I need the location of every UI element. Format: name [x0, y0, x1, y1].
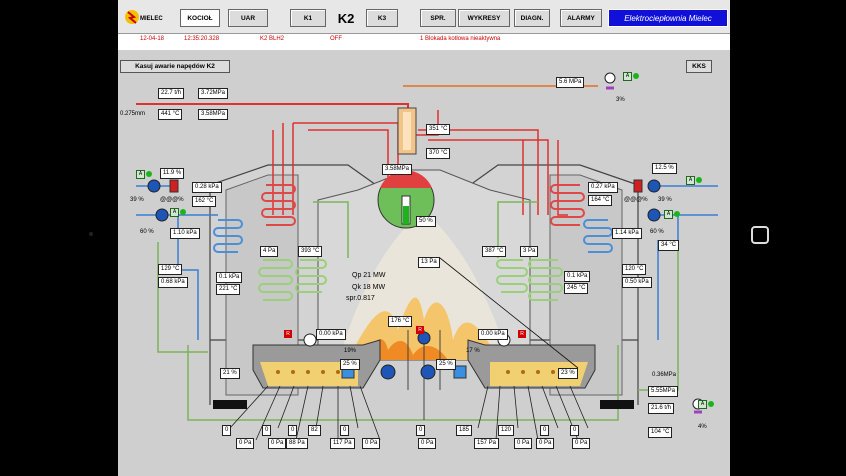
right-grate-pressure: 0.00 kPa — [478, 329, 508, 340]
right-fan-flow: @@@% — [624, 197, 648, 203]
water-flow: 21.6 t/h — [648, 403, 675, 414]
water-temp: 104 °C — [648, 427, 673, 438]
left-fan-led — [146, 171, 152, 177]
home-button[interactable] — [751, 226, 769, 244]
auto-indicator[interactable]: A — [623, 72, 632, 81]
zone-right-3: 120 — [498, 425, 515, 436]
steam-prefix: 0.275mm — [120, 111, 146, 117]
left-fault-indicator[interactable]: R — [284, 330, 292, 338]
zone-right-1: 0 — [416, 425, 426, 436]
zone-right-2-pa: 157 Pa — [474, 438, 500, 449]
right-air-temp-2: 120 °C — [622, 264, 647, 275]
water-auto[interactable]: A — [698, 400, 707, 409]
left-air-temp-2: 221 °C — [216, 284, 241, 295]
steam-pressure-2: 3.58MPa — [198, 109, 229, 120]
scada-screen: MIELEC KOCIOŁ UAR K1 K2 K3 SPR. WYKRESY … — [118, 0, 730, 476]
device-camera — [89, 232, 93, 236]
right-air-temp: 245 °C — [564, 283, 589, 294]
left-pump-pressure: 1.10 kPa — [170, 228, 200, 239]
steam-flow: 22.7 t/h — [158, 88, 185, 99]
right-fan-speed-pct: 39 % — [658, 197, 672, 203]
drum-pressure: 3.58MPa — [382, 164, 413, 175]
left-grate-pct: 19% — [344, 348, 357, 354]
zone-right-4: 0 — [540, 425, 550, 436]
zone-left-4: 82 — [308, 425, 321, 436]
water-pressure: 0.36MPa — [652, 372, 677, 378]
right-draft: 13 Pa — [418, 257, 440, 268]
right-fan-pressure: 0.27 kPa — [588, 182, 618, 193]
steam-pressure: 3.72MPa — [198, 88, 229, 99]
right-fan-led — [696, 177, 702, 183]
zone-left-5: 0 — [340, 425, 350, 436]
attemp-temp-2: 370 °C — [426, 148, 451, 159]
zone-right-4-pa: 0 Pa — [536, 438, 555, 449]
left-fan-temp: 162 °C — [192, 196, 217, 207]
left-pump-auto[interactable]: A — [170, 208, 179, 217]
left-furnace-pa: 4 Pa — [260, 246, 279, 257]
status-led — [633, 73, 639, 79]
right-pump-pressure: 1.14 kPa — [612, 228, 642, 239]
left-fan-pressure: 0.28 kPa — [192, 182, 222, 193]
top-right-pressure: 5.6 MPa — [556, 77, 585, 88]
right-fan-auto[interactable]: A — [686, 176, 695, 185]
right-feed-pct: 25 % — [436, 359, 456, 370]
right-furnace-pa: 3 Pa — [520, 246, 539, 257]
right-pump-led — [674, 211, 680, 217]
water-pressure-2: 5.55MPa — [648, 386, 679, 397]
right-pump-pct: 60 % — [650, 229, 664, 235]
right-pump-auto[interactable]: A — [664, 210, 673, 219]
top-right-pct: 3% — [616, 97, 625, 103]
left-air-pressure: 0.68 kPa — [158, 277, 188, 288]
center-temp: 176 °C — [388, 316, 413, 327]
left-pump-pct: 60 % — [140, 229, 154, 235]
left-pump-led — [180, 209, 186, 215]
right-fan-temp: 164 °C — [588, 195, 613, 206]
right-air-pressure-2: 0.50 kPa — [622, 277, 652, 288]
zone-left-3-pa: 88 Pa — [286, 438, 308, 449]
left-feed-pct: 25 % — [340, 359, 360, 370]
right-fault-indicator[interactable]: R — [518, 330, 526, 338]
right-air-pressure: 0.1 kPa — [564, 271, 591, 282]
zone-left-4-pa: 117 Pa — [330, 438, 355, 449]
zone-left-5-pa: 0 Pa — [362, 438, 381, 449]
zone-right-2: 185 — [456, 425, 473, 436]
left-grate-pressure: 0.00 kPa — [316, 329, 346, 340]
water-led — [708, 401, 714, 407]
center-qp: Qp 21 MW — [352, 272, 386, 279]
left-furnace-temp: 393 °C — [298, 246, 323, 257]
zone-right-5: 0 — [570, 425, 580, 436]
zone-left-2-pa: 0 Pa — [268, 438, 287, 449]
left-fan-speed-pct: 39 % — [130, 197, 144, 203]
left-fan-auto[interactable]: A — [136, 170, 145, 179]
center-spr: spr.0.817 — [346, 295, 375, 302]
left-air-temp: 129 °C — [158, 264, 183, 275]
left-fan-pct: 11.9 % — [160, 168, 185, 179]
right-furnace-temp: 387 °C — [482, 246, 507, 257]
drum-level: 50 % — [416, 216, 436, 227]
zone-right-1-pa: 0 Pa — [418, 438, 437, 449]
zone-right-3-pa: 0 Pa — [514, 438, 533, 449]
attemp-temp-1: 351 °C — [426, 124, 451, 135]
center-qk: Qk 18 MW — [352, 284, 386, 291]
right-grate-level: 23 % — [558, 368, 578, 379]
zone-left-1: 0 — [222, 425, 232, 436]
zone-left-2: 0 — [262, 425, 272, 436]
right-fan-pct: 12.5 % — [652, 163, 677, 174]
zone-left-3: 0 — [288, 425, 298, 436]
center-fault-indicator[interactable]: R — [416, 326, 424, 334]
right-pump-temp: 34 °C — [658, 240, 680, 251]
right-grate-pct: 17 % — [466, 348, 480, 354]
steam-temp: 441 °C — [158, 109, 183, 120]
left-grate-level: 21 % — [220, 368, 240, 379]
left-fan-flow: @@@% — [160, 197, 184, 203]
left-air-pressure-2: 0.1 kPa — [216, 272, 243, 283]
water-pct: 4% — [698, 424, 707, 430]
zone-left-1-pa: 0 Pa — [236, 438, 255, 449]
zone-right-5-pa: 0 Pa — [572, 438, 591, 449]
